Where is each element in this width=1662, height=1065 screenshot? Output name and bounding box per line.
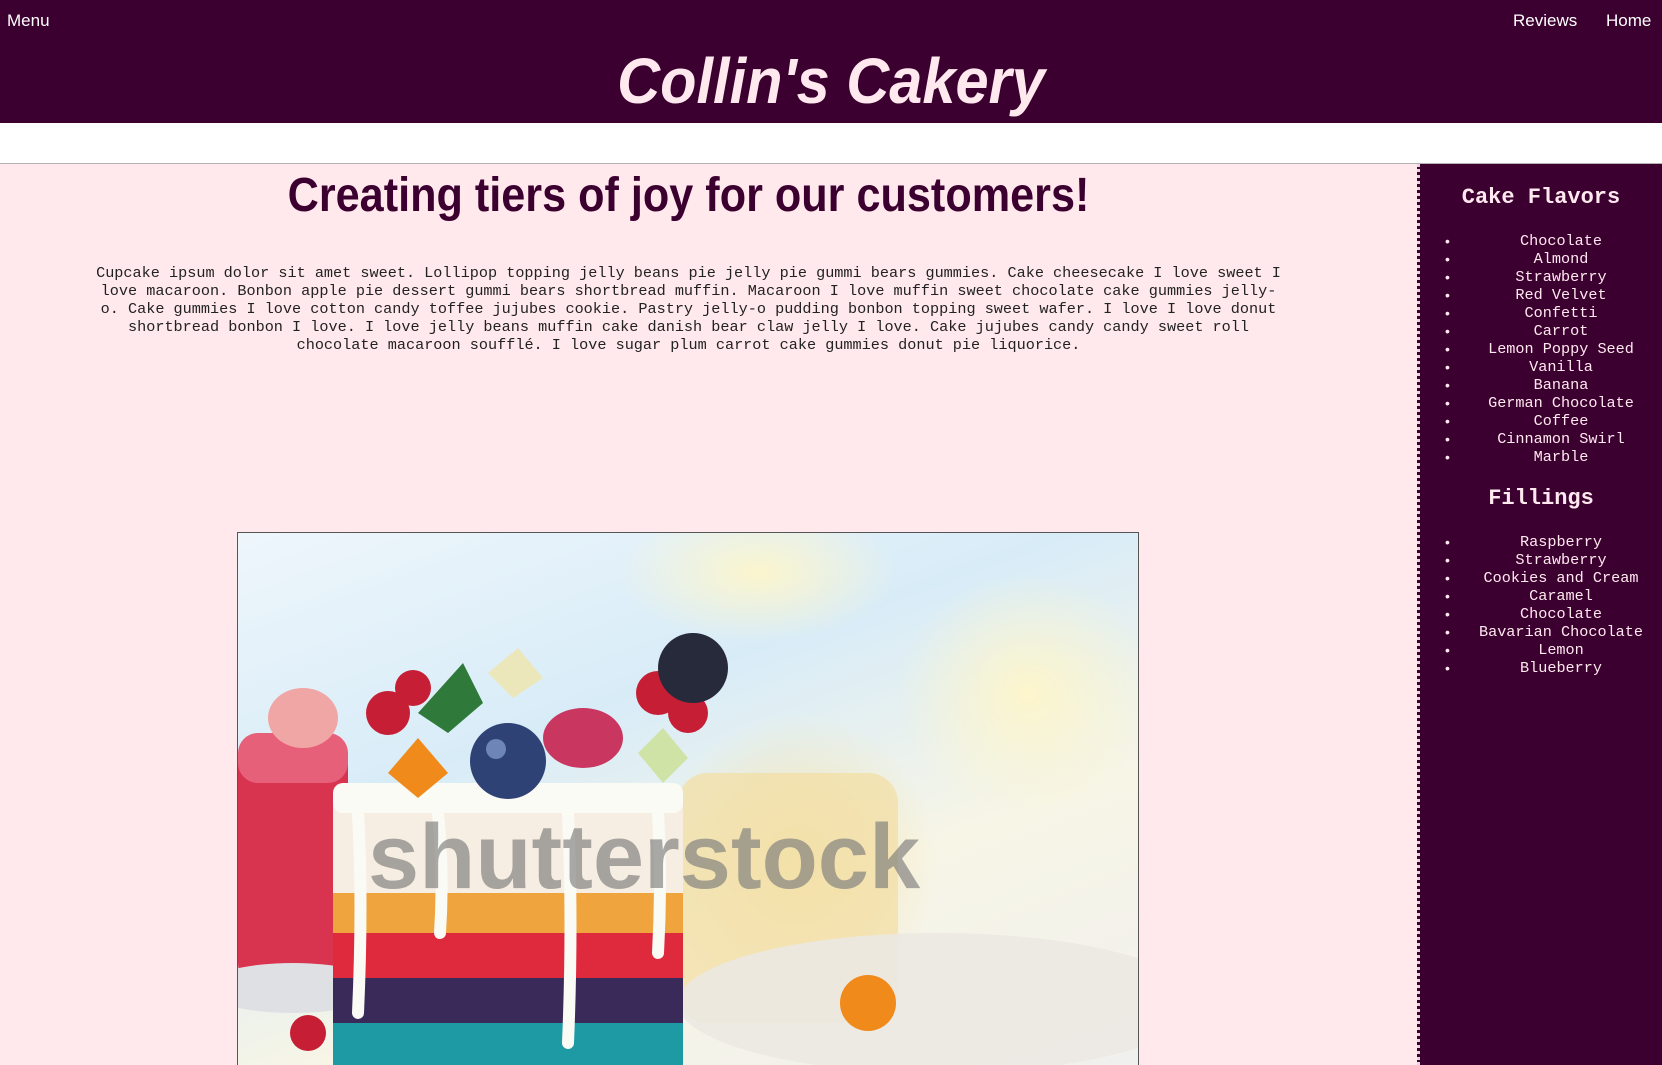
list-item: Almond (1420, 250, 1662, 268)
list-item: German Chocolate (1420, 394, 1662, 412)
fillings-list: Raspberry Strawberry Cookies and Cream C… (1420, 533, 1662, 677)
list-item: Chocolate (1420, 232, 1662, 250)
list-item: Raspberry (1420, 533, 1662, 551)
nav-reviews-link[interactable]: Reviews (1513, 11, 1577, 31)
sidebar: Cake Flavors Chocolate Almond Strawberry… (1417, 164, 1662, 1065)
header-spacer (0, 123, 1662, 164)
list-item: Red Velvet (1420, 286, 1662, 304)
list-item: Confetti (1420, 304, 1662, 322)
cake-flavors-heading: Cake Flavors (1461, 185, 1621, 210)
cake-photo: shutterstock (237, 532, 1139, 1065)
cake-flavors-list: Chocolate Almond Strawberry Red Velvet C… (1420, 232, 1662, 466)
list-item: Strawberry (1420, 551, 1662, 569)
site-title: Collin's Cakery (617, 45, 1045, 117)
list-item: Cookies and Cream (1420, 569, 1662, 587)
watermark-text: shutterstock (368, 806, 921, 908)
list-item: Vanilla (1420, 358, 1662, 376)
nav-home-link[interactable]: Home (1606, 11, 1651, 31)
list-item: Marble (1420, 448, 1662, 466)
list-item: Lemon Poppy Seed (1420, 340, 1662, 358)
fillings-heading: Fillings (1488, 486, 1594, 511)
cake-illustration: shutterstock (238, 533, 1138, 1065)
list-item: Banana (1420, 376, 1662, 394)
list-item: Coffee (1420, 412, 1662, 430)
site-header: Menu Reviews Home Collin's Cakery (0, 0, 1662, 123)
intro-paragraph: Cupcake ipsum dolor sit amet sweet. Loll… (96, 264, 1281, 354)
list-item: Caramel (1420, 587, 1662, 605)
page-headline: Creating tiers of joy for our customers! (287, 169, 1090, 222)
main-content: Creating tiers of joy for our customers!… (0, 164, 1417, 1065)
list-item: Strawberry (1420, 268, 1662, 286)
list-item: Bavarian Chocolate (1420, 623, 1662, 641)
list-item: Chocolate (1420, 605, 1662, 623)
nav-menu-link[interactable]: Menu (7, 11, 50, 31)
list-item: Cinnamon Swirl (1420, 430, 1662, 448)
list-item: Blueberry (1420, 659, 1662, 677)
list-item: Lemon (1420, 641, 1662, 659)
list-item: Carrot (1420, 322, 1662, 340)
